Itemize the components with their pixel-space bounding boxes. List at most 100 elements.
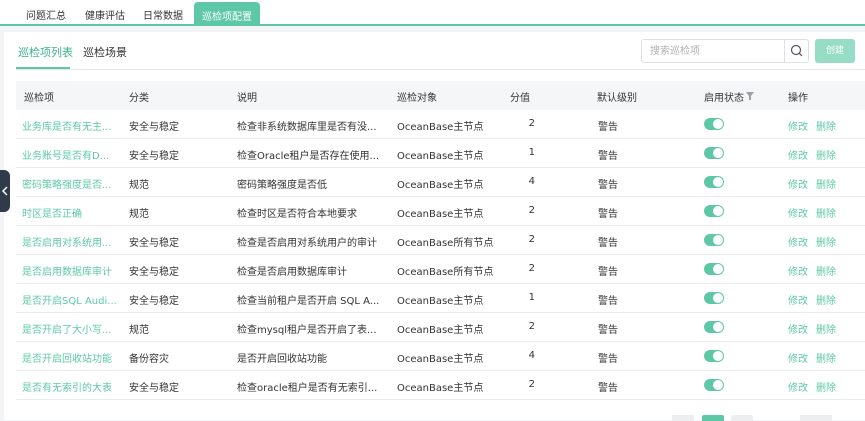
row-category: 规范 bbox=[129, 325, 149, 336]
row-level: 警告 bbox=[598, 209, 618, 220]
row-name-link[interactable]: 是否开启了大小写... bbox=[22, 321, 120, 336]
enable-toggle[interactable] bbox=[704, 234, 724, 246]
filter-icon[interactable] bbox=[746, 92, 754, 100]
table-header: 巡检项 分类 说明 巡检对象 分值 默认级别 启用状态 操作 bbox=[16, 81, 865, 110]
row-name-link[interactable]: 是否开启SQL Audi... bbox=[22, 292, 120, 307]
row-level: 警告 bbox=[598, 325, 618, 336]
row-description: 密码策略强度是否低 bbox=[237, 180, 327, 191]
row-category: 安全与稳定 bbox=[129, 267, 179, 278]
row-level: 警告 bbox=[598, 180, 618, 191]
row-name-link[interactable]: 是否开启回收站功能 bbox=[22, 350, 120, 365]
table-row: 是否启用对系统用... 安全与稳定 检查是否启用对系统用户的审计 OceanBa… bbox=[16, 226, 865, 255]
delete-link[interactable]: 删除 bbox=[816, 292, 836, 307]
enable-toggle[interactable] bbox=[704, 205, 724, 217]
row-target: OceanBase主节点 bbox=[397, 354, 484, 365]
row-level: 警告 bbox=[598, 151, 618, 162]
enable-toggle[interactable] bbox=[704, 263, 724, 275]
tab-daily-data[interactable]: 日常数据 bbox=[143, 7, 183, 22]
table-row: 是否开启回收站功能 备份容灾 是否开启回收站功能 OceanBase主节点 4 … bbox=[16, 342, 865, 371]
tab-inspection-scenes[interactable]: 巡检场景 bbox=[83, 44, 127, 60]
pagination-jumper[interactable] bbox=[800, 415, 832, 421]
delete-link[interactable]: 删除 bbox=[816, 379, 836, 394]
row-name-link[interactable]: 业务账号是否有D... bbox=[22, 147, 120, 162]
row-description: 检查Oracle租户是否存在使用... bbox=[237, 151, 380, 162]
enable-toggle[interactable] bbox=[704, 292, 724, 304]
edit-link[interactable]: 修改 bbox=[788, 292, 808, 307]
edit-link[interactable]: 修改 bbox=[788, 321, 808, 336]
sub-tab-divider bbox=[16, 69, 865, 70]
row-description: 检查时区是否符合本地要求 bbox=[237, 209, 357, 220]
enable-toggle[interactable] bbox=[704, 379, 724, 391]
table-row: 业务账号是否有D... 安全与稳定 检查Oracle租户是否存在使用... Oc… bbox=[16, 139, 865, 168]
tab-inspection-list[interactable]: 巡检项列表 bbox=[18, 44, 73, 60]
row-target: OceanBase主节点 bbox=[397, 383, 484, 394]
row-level: 警告 bbox=[598, 267, 618, 278]
table-row: 业务库是否有无主... 安全与稳定 检查非系统数据库里是否有没... Ocean… bbox=[16, 110, 865, 139]
row-score: 2 bbox=[528, 205, 535, 216]
delete-link[interactable]: 删除 bbox=[816, 118, 836, 133]
pagination-prev[interactable] bbox=[672, 415, 694, 421]
edit-link[interactable]: 修改 bbox=[788, 234, 808, 249]
row-description: 检查mysql租户是否开启了表... bbox=[237, 325, 377, 336]
row-target: OceanBase主节点 bbox=[397, 325, 484, 336]
search-button[interactable] bbox=[784, 40, 808, 62]
edit-link[interactable]: 修改 bbox=[788, 263, 808, 278]
delete-link[interactable]: 删除 bbox=[816, 350, 836, 365]
search-input[interactable] bbox=[642, 40, 785, 62]
row-name-link[interactable]: 时区是否正确 bbox=[22, 205, 120, 220]
row-score: 4 bbox=[528, 176, 535, 187]
edit-link[interactable]: 修改 bbox=[788, 147, 808, 162]
row-name-link[interactable]: 业务库是否有无主... bbox=[22, 118, 120, 133]
row-target: OceanBase主节点 bbox=[397, 122, 484, 133]
delete-link[interactable]: 删除 bbox=[816, 147, 836, 162]
top-tab-bar: 问题汇总 健康评估 日常数据 巡检项配置 bbox=[0, 0, 865, 26]
enable-toggle[interactable] bbox=[704, 118, 724, 130]
column-header-actions: 操作 bbox=[788, 93, 808, 104]
delete-link[interactable]: 删除 bbox=[816, 234, 836, 249]
row-score: 1 bbox=[528, 292, 535, 303]
edit-link[interactable]: 修改 bbox=[788, 118, 808, 133]
edit-link[interactable]: 修改 bbox=[788, 379, 808, 394]
column-header-score: 分值 bbox=[510, 93, 530, 104]
row-target: OceanBase所有节点 bbox=[397, 267, 494, 278]
row-description: 检查是否启用对系统用户的审计 bbox=[237, 238, 377, 249]
edit-link[interactable]: 修改 bbox=[788, 176, 808, 191]
table-row: 时区是否正确 规范 检查时区是否符合本地要求 OceanBase主节点 2 警告… bbox=[16, 197, 865, 226]
pagination-next[interactable] bbox=[731, 415, 753, 421]
row-name-link[interactable]: 密码策略强度是否... bbox=[22, 176, 120, 191]
enable-toggle[interactable] bbox=[704, 350, 724, 362]
collapse-panel-handle[interactable] bbox=[0, 170, 10, 212]
row-category: 安全与稳定 bbox=[129, 383, 179, 394]
tab-health-assessment[interactable]: 健康评估 bbox=[85, 7, 125, 22]
edit-link[interactable]: 修改 bbox=[788, 350, 808, 365]
tab-inspection-config[interactable]: 巡检项配置 bbox=[194, 2, 260, 26]
delete-link[interactable]: 删除 bbox=[816, 263, 836, 278]
row-score: 2 bbox=[528, 263, 535, 274]
enable-toggle[interactable] bbox=[704, 176, 724, 188]
chevron-left-icon bbox=[1, 186, 8, 196]
row-name-link[interactable]: 是否启用对系统用... bbox=[22, 234, 120, 249]
row-score: 1 bbox=[528, 147, 535, 158]
row-level: 警告 bbox=[598, 354, 618, 365]
row-level: 警告 bbox=[598, 383, 618, 394]
row-description: 检查当前租户是否开启 SQL A... bbox=[237, 296, 380, 307]
delete-link[interactable]: 删除 bbox=[816, 205, 836, 220]
create-button[interactable]: 创建 bbox=[815, 39, 855, 63]
tab-problem-summary[interactable]: 问题汇总 bbox=[26, 7, 66, 22]
row-name-link[interactable]: 是否启用数据库审计 bbox=[22, 263, 120, 278]
row-target: OceanBase主节点 bbox=[397, 180, 484, 191]
pagination-current-page[interactable] bbox=[702, 415, 724, 421]
row-score: 2 bbox=[528, 321, 535, 332]
enable-toggle[interactable] bbox=[704, 321, 724, 333]
delete-link[interactable]: 删除 bbox=[816, 321, 836, 336]
enable-toggle[interactable] bbox=[704, 147, 724, 159]
column-header-description: 说明 bbox=[237, 93, 257, 104]
row-target: OceanBase所有节点 bbox=[397, 238, 494, 249]
edit-link[interactable]: 修改 bbox=[788, 205, 808, 220]
delete-link[interactable]: 删除 bbox=[816, 176, 836, 191]
row-name-link[interactable]: 是否有无索引的大表 bbox=[22, 379, 120, 394]
row-category: 备份容灾 bbox=[129, 354, 169, 365]
row-target: OceanBase主节点 bbox=[397, 296, 484, 307]
table-row: 是否开启了大小写... 规范 检查mysql租户是否开启了表... OceanB… bbox=[16, 313, 865, 342]
row-category: 规范 bbox=[129, 209, 149, 220]
